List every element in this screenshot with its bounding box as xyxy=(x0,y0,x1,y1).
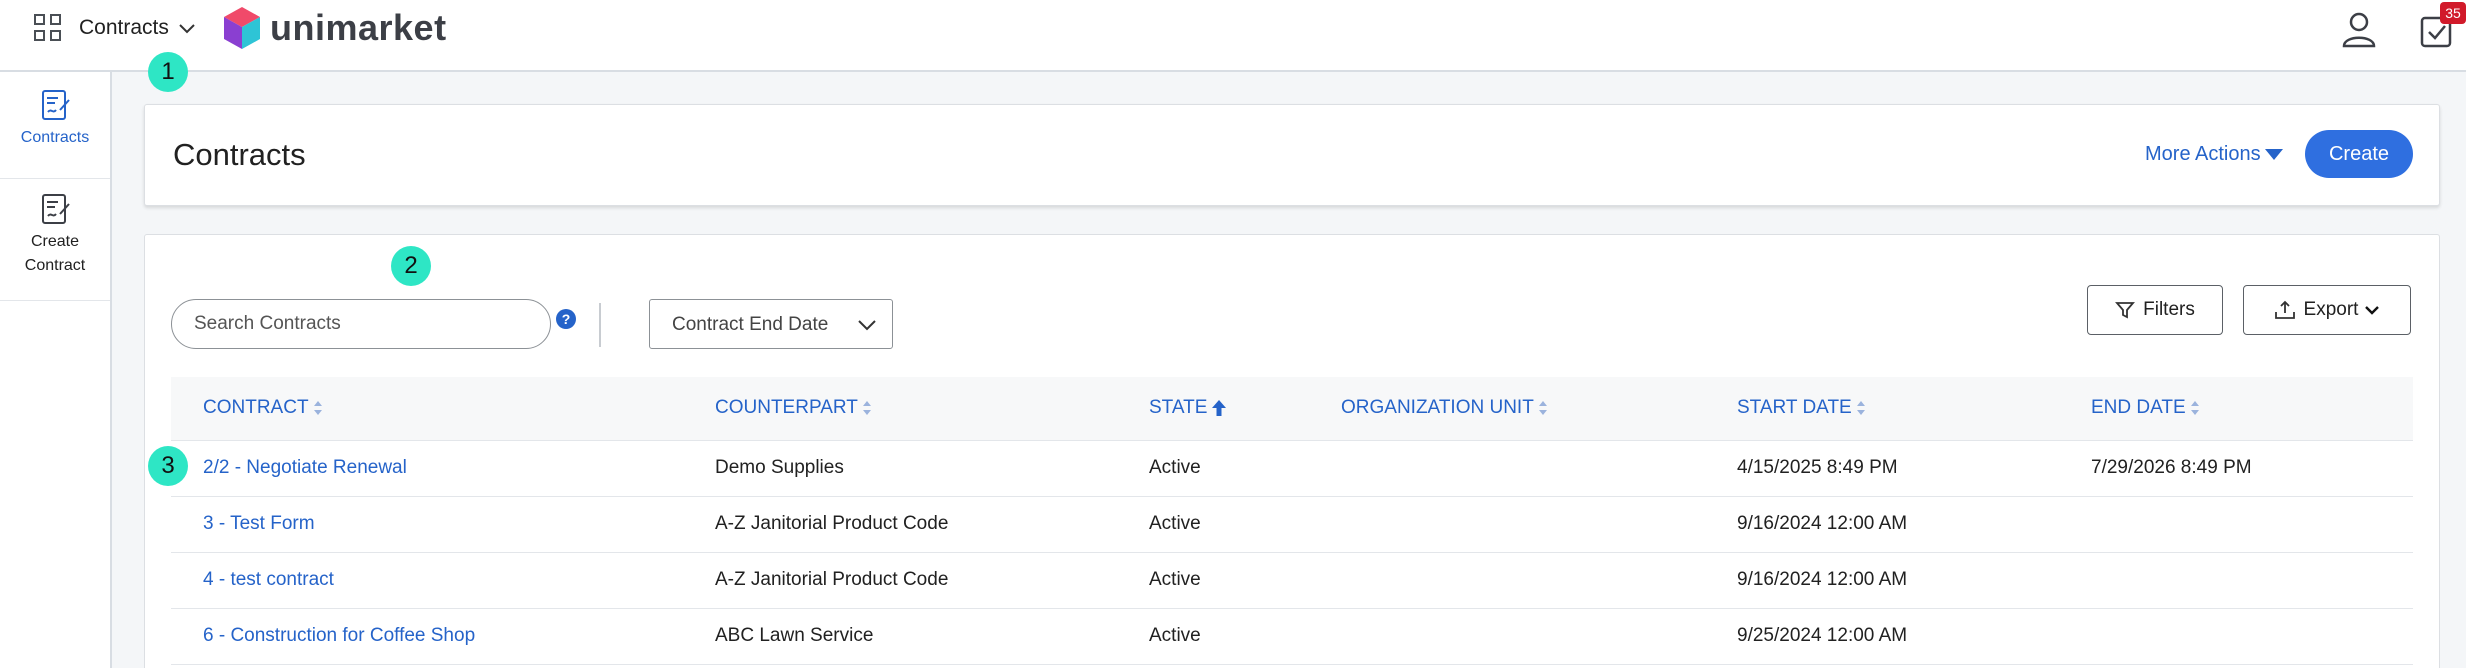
filter-funnel-icon xyxy=(2115,302,2136,319)
sort-icon xyxy=(1538,401,1547,415)
contract-end-date-select[interactable]: Contract End Date xyxy=(649,299,893,349)
chevron-down-icon xyxy=(858,320,876,331)
chevron-down-icon xyxy=(179,23,195,33)
app-switcher-label: Contracts xyxy=(79,15,169,39)
brand-logo[interactable]: unimarket xyxy=(222,5,447,51)
sort-icon xyxy=(313,401,322,415)
state-cell: Active xyxy=(1149,625,1201,646)
contract-link[interactable]: 3 - Test Form xyxy=(203,513,315,535)
column-header-state[interactable]: STATE xyxy=(1149,397,1227,419)
counterpart-cell: A-Z Janitorial Product Code xyxy=(715,513,949,534)
contracts-list-card: ? Contract End Date Filters Export CONTR… xyxy=(144,234,2440,668)
column-header-label: COUNTERPART xyxy=(715,397,858,418)
sidebar: Contracts Create Contract xyxy=(0,72,112,668)
start-date-cell: 9/16/2024 12:00 AM xyxy=(1737,569,1908,590)
counterpart-cell: Demo Supplies xyxy=(715,457,844,478)
column-header-label: CONTRACT xyxy=(203,397,309,418)
sort-icon xyxy=(1856,401,1865,415)
column-header-organization-unit[interactable]: ORGANIZATION UNIT xyxy=(1341,397,1548,419)
page-title: Contracts xyxy=(173,137,306,172)
table-row: 2/2 - Negotiate Renewal Demo Supplies Ac… xyxy=(171,441,2413,497)
unimarket-logo-icon xyxy=(224,7,260,49)
sort-icon xyxy=(2190,401,2199,415)
sort-ascending-arrow-icon xyxy=(1212,400,1227,416)
tasks-button[interactable]: 35 xyxy=(2418,2,2466,52)
column-header-counterpart[interactable]: COUNTERPART xyxy=(715,397,872,419)
tasks-count-badge: 35 xyxy=(2440,2,2466,24)
page-header: Contracts More Actions Create xyxy=(144,104,2440,206)
more-actions-label: More Actions xyxy=(2145,143,2261,165)
state-cell: Active xyxy=(1149,457,1201,478)
contract-end-date-label: Contract End Date xyxy=(672,314,829,335)
column-header-start-date[interactable]: START DATE xyxy=(1737,397,1866,419)
column-header-label: END DATE xyxy=(2091,397,2186,418)
chevron-down-icon xyxy=(2365,306,2380,315)
sidebar-divider xyxy=(0,300,110,301)
column-header-contract[interactable]: CONTRACT xyxy=(203,397,323,419)
sidebar-item-label: Contracts xyxy=(20,129,90,146)
sort-icon xyxy=(862,401,871,415)
sidebar-item-create-contract[interactable]: Create Contract xyxy=(0,192,110,278)
annotation-marker-2: 2 xyxy=(391,246,431,286)
column-header-label: START DATE xyxy=(1737,397,1852,418)
app-grid-icon xyxy=(34,14,61,41)
annotation-marker-1: 1 xyxy=(148,52,188,92)
start-date-cell: 9/25/2024 12:00 AM xyxy=(1737,625,1908,646)
table-row: 6 - Construction for Coffee Shop ABC Law… xyxy=(171,609,2413,665)
column-header-label: ORGANIZATION UNIT xyxy=(1341,397,1534,418)
search-contracts-input[interactable] xyxy=(171,299,551,349)
contract-link[interactable]: 2/2 - Negotiate Renewal xyxy=(203,457,407,479)
help-icon[interactable]: ? xyxy=(556,309,576,329)
create-button[interactable]: Create xyxy=(2305,130,2413,178)
filters-button[interactable]: Filters xyxy=(2087,285,2223,335)
brand-name: unimarket xyxy=(270,7,447,48)
export-label: Export xyxy=(2303,299,2359,320)
app-switcher[interactable]: Contracts xyxy=(34,14,197,41)
column-header-end-date[interactable]: END DATE xyxy=(2091,397,2200,419)
column-header-label: STATE xyxy=(1149,397,1208,418)
counterpart-cell: ABC Lawn Service xyxy=(715,625,874,646)
table-row: 3 - Test Form A-Z Janitorial Product Cod… xyxy=(171,497,2413,553)
state-cell: Active xyxy=(1149,513,1201,534)
sidebar-item-contracts[interactable]: Contracts xyxy=(0,88,110,150)
create-contract-icon xyxy=(42,194,70,224)
contract-link[interactable]: 4 - test contract xyxy=(203,569,334,591)
top-bar: Contracts unimarket 35 xyxy=(0,0,2466,72)
sidebar-divider xyxy=(0,178,110,179)
start-date-cell: 9/16/2024 12:00 AM xyxy=(1737,513,1908,534)
sidebar-item-label-line2: Contract xyxy=(24,257,86,274)
contract-document-icon xyxy=(42,90,70,120)
counterpart-cell: A-Z Janitorial Product Code xyxy=(715,569,949,590)
export-button[interactable]: Export xyxy=(2243,285,2411,335)
toolbar-divider xyxy=(599,303,601,347)
contract-link[interactable]: 6 - Construction for Coffee Shop xyxy=(203,625,475,647)
more-actions-button[interactable]: More Actions xyxy=(2145,143,2283,166)
user-profile-icon[interactable] xyxy=(2340,10,2378,48)
sidebar-item-label-line1: Create xyxy=(30,233,80,250)
filters-label: Filters xyxy=(2143,299,2195,320)
table-header: CONTRACT COUNTERPART STATE ORGANIZATION … xyxy=(171,377,2413,441)
end-date-cell: 7/29/2026 8:49 PM xyxy=(2091,457,2252,478)
export-tray-icon xyxy=(2274,300,2295,319)
state-cell: Active xyxy=(1149,569,1201,590)
start-date-cell: 4/15/2025 8:49 PM xyxy=(1737,457,1898,478)
caret-down-icon xyxy=(2264,149,2283,160)
annotation-marker-3: 3 xyxy=(148,446,188,486)
table-row: 4 - test contract A-Z Janitorial Product… xyxy=(171,553,2413,609)
